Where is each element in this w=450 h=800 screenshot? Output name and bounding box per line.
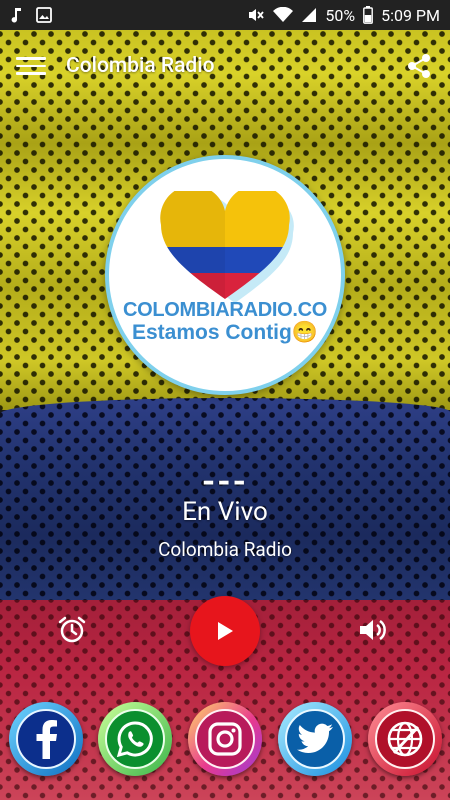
now-playing-station: Colombia Radio xyxy=(158,538,292,561)
facebook-icon xyxy=(36,720,57,759)
whatsapp-icon xyxy=(116,721,153,758)
logo-text-domain: COLOMBIARADIO.CO xyxy=(122,299,328,321)
instagram-icon xyxy=(208,722,242,756)
app-title: Colombia Radio xyxy=(66,54,215,78)
website-button[interactable] xyxy=(368,702,442,776)
twitter-icon xyxy=(297,723,333,753)
app-bar: Colombia Radio xyxy=(0,30,450,102)
volume-icon[interactable] xyxy=(356,614,388,646)
instagram-button[interactable] xyxy=(188,702,262,776)
logo-text-slogan: Estamos Contig😁 xyxy=(132,321,318,344)
alarm-clock-icon[interactable] xyxy=(56,614,88,646)
globe-icon xyxy=(387,721,423,757)
social-buttons xyxy=(0,702,450,776)
play-icon xyxy=(218,622,233,640)
status-bar: 50% 5:09 PM xyxy=(0,0,450,30)
flag-background xyxy=(0,0,450,800)
hamburger-menu-icon[interactable] xyxy=(16,51,46,81)
battery-icon xyxy=(363,6,374,24)
cell-signal-icon xyxy=(301,7,317,23)
image-icon xyxy=(36,7,52,23)
facebook-button[interactable] xyxy=(9,702,83,776)
status-system: 50% 5:09 PM xyxy=(247,6,440,25)
clock: 5:09 PM xyxy=(381,5,440,25)
now-playing-title: En Vivo xyxy=(182,497,268,527)
wifi-icon xyxy=(273,7,294,23)
whatsapp-button[interactable] xyxy=(98,702,172,776)
status-notifications xyxy=(10,7,52,23)
heart-logo-icon xyxy=(160,191,294,303)
twitter-button[interactable] xyxy=(278,702,352,776)
battery-percent: 50% xyxy=(325,5,356,25)
music-note-icon xyxy=(10,7,24,23)
play-button[interactable] xyxy=(190,596,260,666)
mute-icon xyxy=(247,7,265,23)
share-icon[interactable] xyxy=(404,51,434,81)
player-controls xyxy=(0,596,450,666)
station-logo: COLOMBIARADIO.CO Estamos Contig😁 xyxy=(105,155,345,395)
now-playing-artist: --- xyxy=(201,462,249,502)
